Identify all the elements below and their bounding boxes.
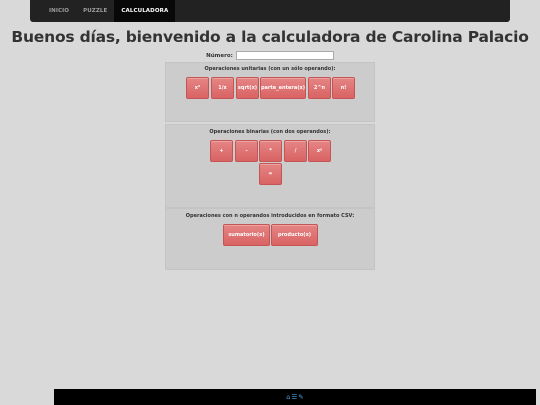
square-button[interactable]: x² (186, 77, 209, 99)
multiply-button[interactable]: * (259, 140, 282, 162)
pencil-icon[interactable]: ✎ (298, 394, 303, 401)
unary-heading: Operaciones unitarias (con un sólo opera… (204, 66, 336, 72)
page-title: Buenos días, bienvenido a la calculadora… (11, 28, 529, 46)
equals-button[interactable]: = (259, 163, 282, 185)
subtract-button[interactable]: - (235, 140, 258, 162)
numero-row: Número: (0, 51, 540, 60)
sumatorio-button[interactable]: sumatorio(x) (223, 224, 270, 246)
factorial-button[interactable]: n! (332, 77, 355, 99)
footer-bar: ⌂ ☰ ✎ (54, 389, 536, 405)
nav-inicio[interactable]: INICIO (42, 0, 76, 22)
reciprocal-button[interactable]: 1/x (211, 77, 234, 99)
nary-heading: Operaciones con n operandos introducidos… (185, 213, 355, 219)
add-button[interactable]: + (210, 140, 233, 162)
binary-section: Operaciones binarias (con dos operandos)… (165, 124, 375, 208)
top-navbar: INICIO PUZZLE CALCULADORA (30, 0, 510, 22)
nary-section: Operaciones con n operandos introducidos… (165, 208, 375, 270)
unary-section: Operaciones unitarias (con un sólo opera… (165, 62, 375, 122)
numero-input[interactable] (235, 51, 334, 60)
numero-label: Número: (206, 52, 233, 59)
binary-heading: Operaciones binarias (con dos operandos)… (209, 129, 331, 135)
producto-button[interactable]: producto(x) (271, 224, 318, 246)
nav-calculadora[interactable]: CALCULADORA (114, 0, 176, 22)
home-icon[interactable]: ⌂ (286, 394, 290, 401)
nav-puzzle[interactable]: PUZZLE (76, 0, 114, 22)
sqrt-button[interactable]: sqrt(x) (236, 77, 259, 99)
parte-entera-button[interactable]: parte_entera(x) (260, 77, 306, 99)
divide-button[interactable]: / (284, 140, 307, 162)
power-button[interactable]: xʸ (308, 140, 331, 162)
list-icon[interactable]: ☰ (291, 394, 297, 401)
power-of-two-button[interactable]: 2^n (308, 77, 331, 99)
